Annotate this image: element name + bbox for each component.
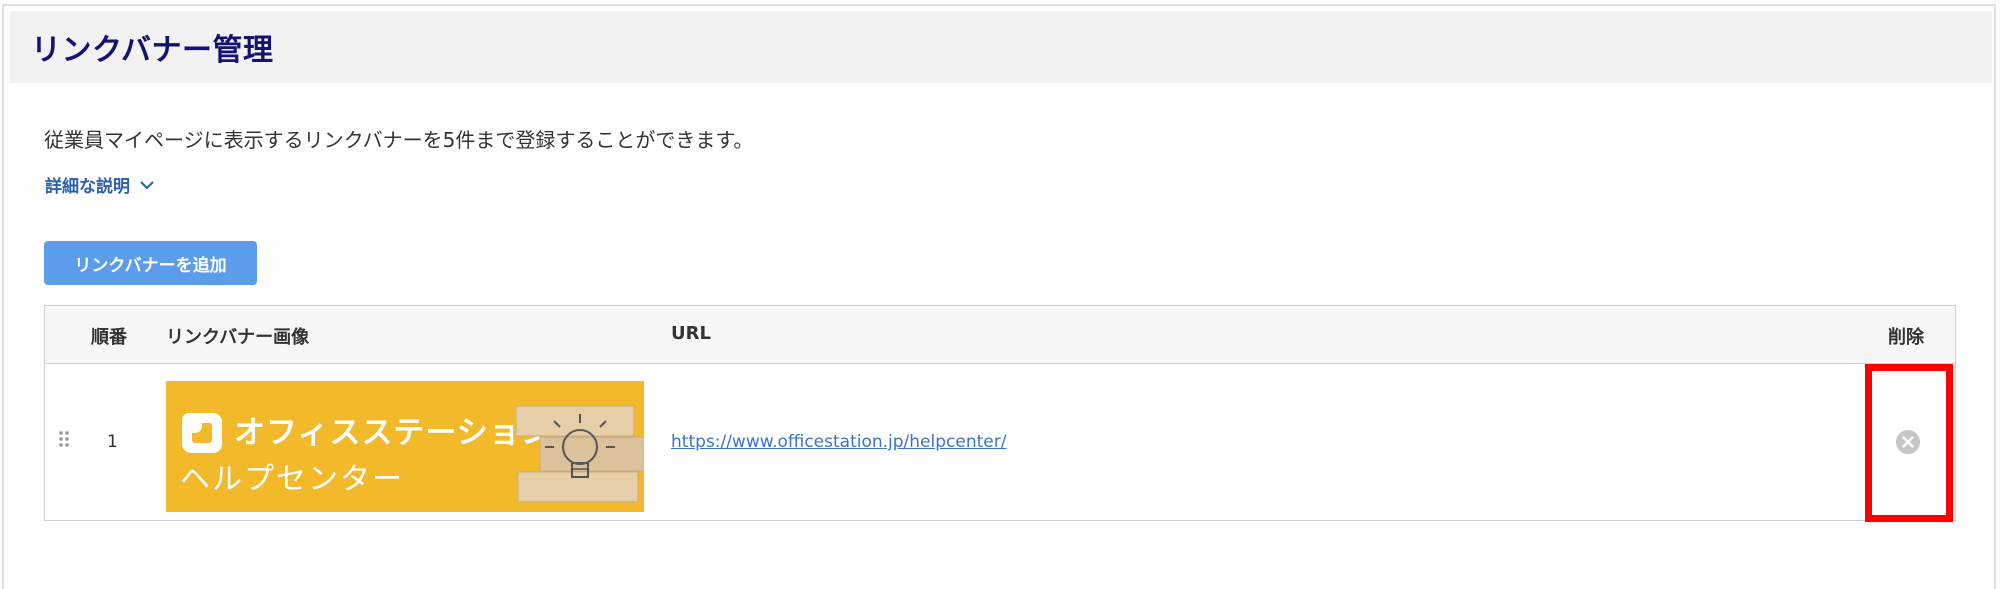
- details-toggle-label: 詳細な説明: [45, 177, 130, 197]
- banner-image: オフィスステーション ヘルプセンター: [166, 381, 644, 512]
- page-header: リンクバナー管理: [10, 11, 1992, 83]
- details-toggle[interactable]: 詳細な説明: [45, 172, 154, 197]
- row-order-number: 1: [107, 432, 118, 452]
- page-description: 従業員マイページに表示するリンクバナーを5件まで登録することができます。: [44, 128, 754, 152]
- column-header-image: リンクバナー画像: [166, 327, 310, 348]
- lightbulb-blocks-icon: [515, 381, 644, 512]
- chevron-down-icon: [140, 180, 154, 189]
- close-circle-icon: [1896, 430, 1920, 454]
- column-header-order: 順番: [91, 327, 127, 348]
- page-title: リンクバナー管理: [31, 33, 274, 68]
- drag-handle-icon[interactable]: [58, 430, 70, 452]
- column-header-url: URL: [671, 323, 711, 344]
- table-row: 1 オフィスステーション ヘルプセンター https://www.offices…: [45, 364, 1955, 520]
- banner-subtitle: ヘルプセンター: [180, 462, 404, 497]
- banner-title: オフィスステーション: [234, 415, 553, 451]
- banner-url-link[interactable]: https://www.officestation.jp/helpcenter/: [671, 432, 1006, 452]
- officestation-logo-icon: [180, 411, 224, 459]
- link-banner-table: 順番 リンクバナー画像 URL 削除 1 オフィスステーション ヘルプセンター …: [44, 305, 1956, 521]
- column-header-delete: 削除: [1888, 327, 1924, 348]
- delete-button[interactable]: [1895, 429, 1921, 455]
- add-link-banner-button[interactable]: リンクバナーを追加: [44, 241, 257, 285]
- table-header: 順番 リンクバナー画像 URL 削除: [45, 306, 1955, 364]
